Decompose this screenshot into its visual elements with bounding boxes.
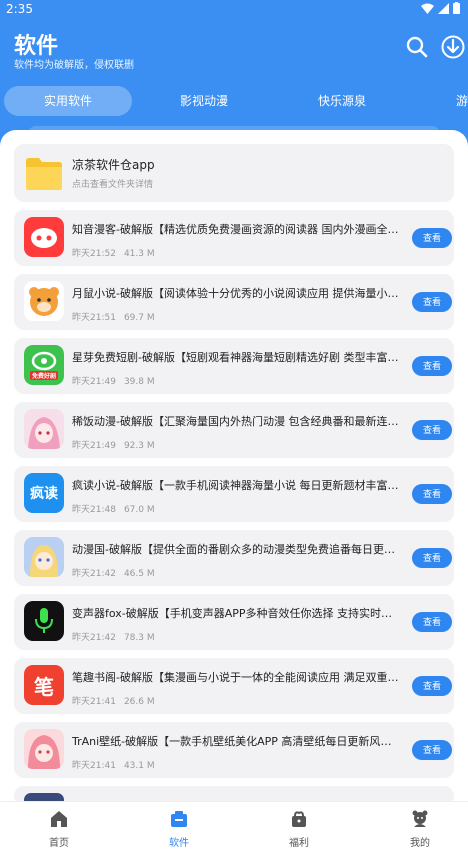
folder-subtitle: 点击查看文件夹详情: [72, 180, 154, 190]
nav-profile[interactable]: 我的: [390, 802, 450, 853]
app-title: 笔趣书阁-破解版【集漫画与小说于一体的全能阅读应用 满足双重…: [72, 671, 399, 684]
app-time: 昨天21:42: [72, 633, 116, 643]
app-meta: 昨天21:41 26.6 M: [72, 694, 163, 707]
view-button[interactable]: 查看: [412, 356, 452, 376]
app-time: 昨天21:41: [72, 697, 116, 707]
app-card[interactable]: 月鼠小说-破解版【阅读体验十分优秀的小说阅读应用 提供海量小… 昨天21:51 6…: [14, 274, 454, 330]
app-size: 69.7 M: [123, 313, 155, 323]
app-card[interactable]: 变声器fox-破解版【手机变声器APP多种音效任你选择 支持实时变… 昨天21:…: [14, 594, 454, 650]
app-size: 26.6 M: [123, 697, 155, 707]
app-time: 昨天21:49: [72, 377, 116, 387]
xingya-icon-label: 免费好剧: [29, 370, 58, 380]
status-bar: 2:35: [0, 0, 468, 18]
app-time: 昨天21:51: [72, 313, 116, 323]
signal-icon: [438, 2, 449, 14]
yueshu-icon: [24, 281, 64, 321]
app-card[interactable]: 笔 笔趣书阁-破解版【集漫画与小说于一体的全能阅读应用 满足双重… 昨天21:4…: [14, 658, 454, 714]
category-tabs: 实用软件 影视动漫 快乐源泉 游: [0, 86, 468, 118]
app-title: 知音漫客-破解版【精选优质免费漫画资源的阅读器 国内外漫画全…: [72, 223, 399, 236]
battery-icon: [453, 2, 460, 14]
fengdu-icon-label: 疯读: [30, 486, 58, 502]
tab-game[interactable]: 游: [446, 86, 468, 116]
download-icon[interactable]: [440, 34, 466, 60]
app-time: 昨天21:42: [72, 569, 116, 579]
folder-icon: [26, 158, 62, 190]
app-size: 67.0 M: [123, 505, 155, 515]
home-icon: [51, 811, 67, 827]
view-button[interactable]: 查看: [412, 676, 452, 696]
dongmanguo-icon: [24, 537, 64, 577]
fengdu-icon: 疯读: [24, 473, 64, 513]
tab-film-anime[interactable]: 影视动漫: [140, 86, 268, 116]
app-meta: 昨天21:48 67.0 M: [72, 502, 163, 515]
app-size: 78.3 M: [123, 633, 155, 643]
app-time: 昨天21:52: [72, 249, 116, 259]
view-button[interactable]: 查看: [412, 612, 452, 632]
app-meta: 昨天21:42 46.5 M: [72, 566, 163, 579]
nav-welfare-label: 福利: [289, 838, 309, 849]
app-title: TrAni壁纸-破解版【一款手机壁纸美化APP 高清壁纸每日更新风格…: [72, 735, 402, 748]
app-time: 昨天21:49: [72, 441, 116, 451]
app-meta: 昨天21:49 39.8 M: [72, 374, 163, 387]
xingya-icon: 免费好剧: [24, 345, 64, 385]
app-time: 昨天21:48: [72, 505, 116, 515]
app-meta: 昨天21:41 43.1 M: [72, 758, 163, 771]
view-button[interactable]: 查看: [412, 548, 452, 568]
view-button[interactable]: 查看: [412, 740, 452, 760]
app-size: 46.5 M: [123, 569, 155, 579]
nav-software[interactable]: 软件: [149, 802, 209, 853]
wifi-icon: [421, 3, 434, 14]
biqu-icon-label: 笔: [34, 674, 54, 699]
app-meta: 昨天21:52 41.3 M: [72, 246, 163, 259]
nav-home[interactable]: 首页: [29, 802, 89, 853]
software-icon: [171, 811, 187, 827]
app-size: 39.8 M: [123, 377, 155, 387]
app-title: 疯读小说-破解版【一款手机阅读神器海量小说 每日更新题材丰富…: [72, 479, 399, 492]
app-title: 月鼠小说-破解版【阅读体验十分优秀的小说阅读应用 提供海量小…: [72, 287, 399, 300]
app-meta: 昨天21:49 92.3 M: [72, 438, 163, 451]
microphone-icon: [24, 601, 64, 641]
gift-icon: [292, 811, 306, 827]
app-card[interactable]: 免费好剧 星芽免费短剧-破解版【短剧观看神器海量短剧精选好剧 类型丰富… 昨天2…: [14, 338, 454, 394]
status-icons: [421, 2, 460, 14]
bottom-nav: 首页 软件 福利 我的: [0, 801, 468, 853]
app-card[interactable]: 知音漫客-破解版【精选优质免费漫画资源的阅读器 国内外漫画全… 昨天21:52 4…: [14, 210, 454, 266]
app-title: 动漫国-破解版【提供全面的番剧众多的动漫类型免费追番每日更…: [72, 543, 395, 556]
view-button[interactable]: 查看: [412, 484, 452, 504]
tab-fun[interactable]: 快乐源泉: [278, 86, 406, 116]
app-card[interactable]: 疯读 疯读小说-破解版【一款手机阅读神器海量小说 每日更新题材丰富… 昨天21:…: [14, 466, 454, 522]
nav-profile-label: 我的: [410, 838, 430, 849]
biqu-icon: 笔: [24, 665, 64, 705]
profile-icon: [412, 810, 428, 827]
folder-title: 凉茶软件仓app: [72, 158, 155, 172]
app-time: 昨天21:41: [72, 761, 116, 771]
app-size: 41.3 M: [123, 249, 155, 259]
app-size: 92.3 M: [123, 441, 155, 451]
page-subtitle: 软件均为破解版，侵权联删: [14, 60, 134, 71]
app-title: 变声器fox-破解版【手机变声器APP多种音效任你选择 支持实时变…: [72, 607, 402, 620]
app-card[interactable]: 稀饭动漫-破解版【汇聚海量国内外热门动漫 包含经典番和最新连… 昨天21:49 9…: [14, 402, 454, 458]
view-button[interactable]: 查看: [412, 292, 452, 312]
tab-practical[interactable]: 实用软件: [4, 86, 132, 116]
zhiyin-icon: [24, 217, 64, 257]
app-card[interactable]: 动漫国-破解版【提供全面的番剧众多的动漫类型免费追番每日更… 昨天21:42 46…: [14, 530, 454, 586]
app-meta: 昨天21:51 69.7 M: [72, 310, 163, 323]
xifan-icon: [24, 409, 64, 449]
trani-icon: [24, 729, 64, 769]
folder-card[interactable]: 凉茶软件仓app 点击查看文件夹详情: [14, 144, 454, 202]
app-card[interactable]: TrAni壁纸-破解版【一款手机壁纸美化APP 高清壁纸每日更新风格… 昨天21…: [14, 722, 454, 778]
app-title: 星芽免费短剧-破解版【短剧观看神器海量短剧精选好剧 类型丰富…: [72, 351, 399, 364]
view-button[interactable]: 查看: [412, 420, 452, 440]
app-title: 稀饭动漫-破解版【汇聚海量国内外热门动漫 包含经典番和最新连…: [72, 415, 399, 428]
app-size: 43.1 M: [123, 761, 155, 771]
app-meta: 昨天21:42 78.3 M: [72, 630, 163, 643]
nav-software-label: 软件: [169, 838, 189, 849]
status-time: 2:35: [6, 2, 33, 16]
nav-welfare[interactable]: 福利: [269, 802, 329, 853]
search-icon[interactable]: [404, 34, 430, 60]
view-button[interactable]: 查看: [412, 228, 452, 248]
nav-home-label: 首页: [49, 838, 69, 849]
